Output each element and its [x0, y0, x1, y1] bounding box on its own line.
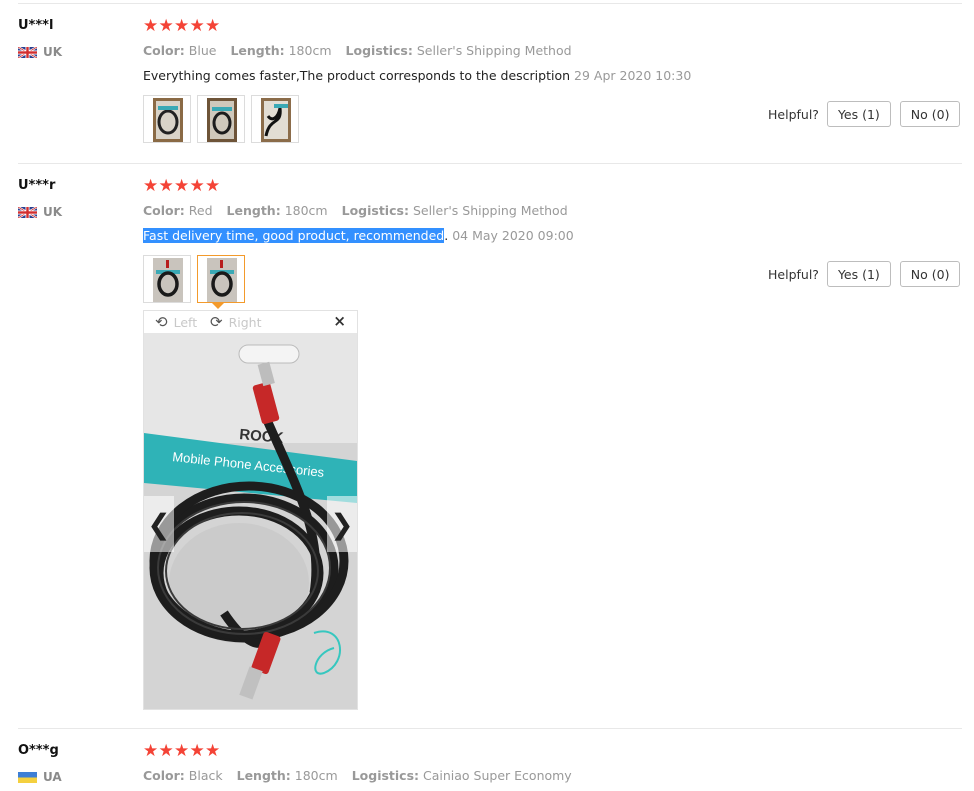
country-code: UA — [43, 770, 62, 784]
review-photo-thumb[interactable] — [197, 95, 245, 143]
review-photos — [143, 95, 299, 143]
star-icon: ★ — [174, 16, 190, 36]
reviewer-country: UK — [18, 205, 62, 219]
next-photo-button[interactable]: ❯ — [327, 496, 357, 552]
review-photo-thumb-active[interactable] — [197, 255, 245, 303]
color-label: Color: — [143, 43, 185, 58]
length-label: Length: — [236, 768, 291, 783]
review-photo-thumb[interactable] — [143, 255, 191, 303]
rotate-left-button[interactable]: ⟲ Left — [155, 313, 197, 331]
review-photos — [143, 255, 245, 303]
star-icon: ★ — [143, 176, 159, 196]
rotate-right-button[interactable]: ⟳ Right — [210, 313, 262, 331]
ua-flag-icon — [18, 771, 37, 783]
helpful-vote: Helpful? Yes (1) No (0) — [768, 261, 969, 287]
logistics-label: Logistics: — [341, 203, 409, 218]
review-body: Everything comes faster,The product corr… — [143, 68, 571, 83]
reviewer-country: UK — [18, 45, 62, 59]
review-photo-thumb[interactable] — [251, 95, 299, 143]
review-date: 29 Apr 2020 10:30 — [574, 68, 692, 83]
sku-attributes: Color: Black Length: 180cm Logistics: Cain… — [143, 768, 572, 783]
star-icon: ★ — [158, 16, 174, 36]
active-thumb-pointer — [212, 303, 224, 309]
divider — [18, 728, 962, 729]
length-label: Length: — [230, 43, 285, 58]
photo-viewer: ⟲ Left ⟳ Right × ROCK Mobile Phone Acces… — [143, 310, 358, 710]
color-value: Black — [188, 768, 223, 783]
review-text: Fast delivery time, good product, recomm… — [143, 228, 574, 243]
star-icon: ★ — [158, 176, 174, 196]
star-icon: ★ — [143, 741, 159, 761]
color-label: Color: — [143, 203, 185, 218]
logistics-value: Cainiao Super Economy — [423, 768, 572, 783]
helpful-label: Helpful? — [768, 106, 819, 122]
uk-flag-icon — [18, 46, 37, 58]
helpful-vote: Helpful? Yes (1) No (0) — [768, 101, 969, 127]
star-icon: ★ — [189, 176, 205, 196]
helpful-no-button[interactable]: No (0) — [899, 261, 961, 287]
reviewer-name: U***l — [18, 18, 54, 33]
reviewer-name: U***r — [18, 178, 56, 193]
country-code: UK — [43, 205, 63, 219]
star-icon: ★ — [189, 16, 205, 36]
star-rating: ★ ★ ★ ★ ★ — [143, 18, 221, 35]
uk-flag-icon — [18, 206, 37, 218]
review-body-end: . — [444, 228, 449, 243]
star-rating: ★ ★ ★ ★ ★ — [143, 178, 221, 195]
helpful-yes-button[interactable]: Yes (1) — [826, 101, 891, 127]
logistics-value: Seller's Shipping Method — [416, 43, 572, 58]
length-value: 180cm — [284, 203, 328, 218]
color-value: Red — [188, 203, 213, 218]
logistics-value: Seller's Shipping Method — [412, 203, 568, 218]
color-value: Blue — [188, 43, 217, 58]
length-value: 180cm — [294, 768, 338, 783]
review-photo-thumb[interactable] — [143, 95, 191, 143]
rotate-left-label: Left — [173, 314, 198, 330]
divider — [18, 3, 962, 4]
rotate-left-icon: ⟲ — [155, 313, 168, 331]
length-label: Length: — [226, 203, 281, 218]
helpful-no-button[interactable]: No (0) — [899, 101, 961, 127]
rotate-right-icon: ⟳ — [210, 313, 223, 331]
helpful-yes-button[interactable]: Yes (1) — [826, 261, 891, 287]
photo-viewer-image: ROCK Mobile Phone Accessories ❮ ❯ — [144, 333, 357, 709]
star-icon: ★ — [143, 16, 159, 36]
review-date: 04 May 2020 09:00 — [452, 228, 574, 243]
logistics-label: Logistics: — [345, 43, 413, 58]
star-rating: ★ ★ ★ ★ ★ — [143, 743, 221, 760]
star-icon: ★ — [158, 741, 174, 761]
prev-photo-button[interactable]: ❮ — [144, 496, 174, 552]
color-label: Color: — [143, 768, 185, 783]
rotate-right-label: Right — [228, 314, 262, 330]
star-icon: ★ — [205, 176, 221, 196]
star-icon: ★ — [174, 741, 190, 761]
cable-photo: ROCK Mobile Phone Accessories — [144, 333, 357, 709]
reviewer-name: O***g — [18, 743, 59, 758]
sku-attributes: Color: Blue Length: 180cm Logistics: Selle… — [143, 43, 572, 58]
star-icon: ★ — [189, 741, 205, 761]
length-value: 180cm — [288, 43, 332, 58]
viewer-toolbar: ⟲ Left ⟳ Right × — [144, 311, 357, 333]
divider — [18, 163, 962, 164]
star-icon: ★ — [205, 16, 221, 36]
country-code: UK — [43, 45, 63, 59]
star-icon: ★ — [174, 176, 190, 196]
review-text: Everything comes faster,The product corr… — [143, 68, 691, 83]
sku-attributes: Color: Red Length: 180cm Logistics: Seller… — [143, 203, 568, 218]
selected-text: Fast delivery time, good product, recomm… — [143, 228, 445, 243]
close-icon[interactable]: × — [333, 312, 346, 330]
star-icon: ★ — [205, 741, 221, 761]
reviewer-country: UA — [18, 770, 62, 784]
logistics-label: Logistics: — [351, 768, 420, 783]
helpful-label: Helpful? — [768, 266, 819, 282]
